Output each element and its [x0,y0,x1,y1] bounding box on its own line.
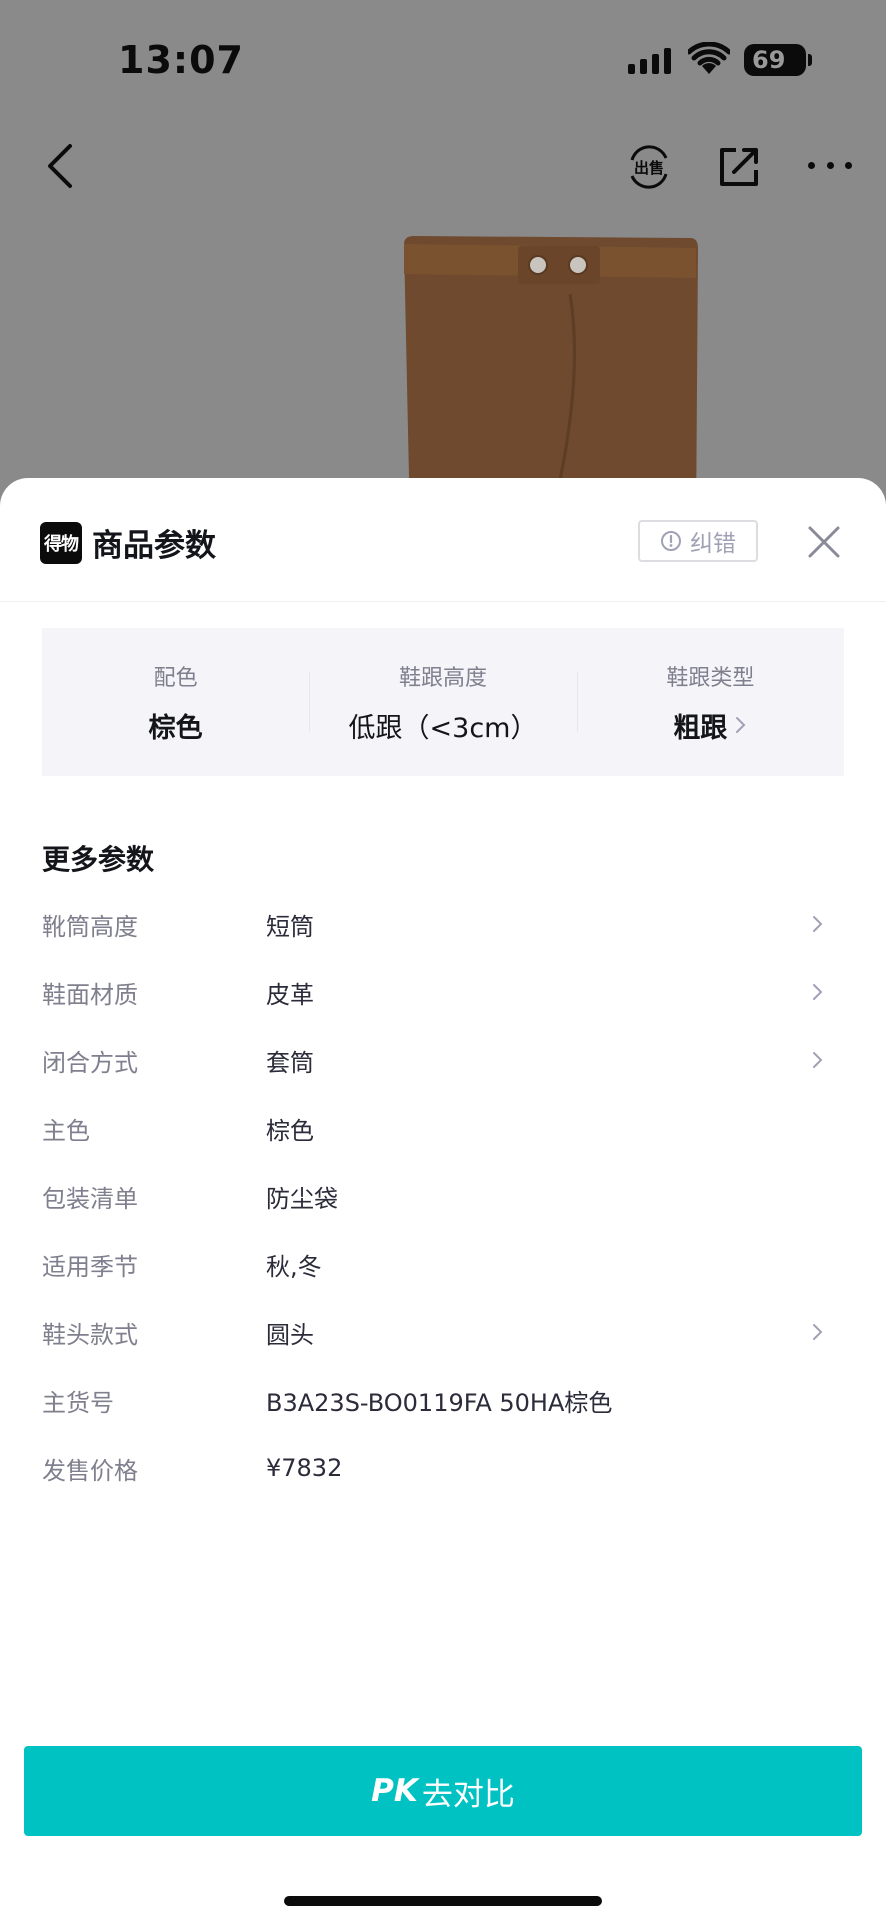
param-row-season: 适用季节 秋,冬 [42,1230,844,1298]
pk-compare-label: 去对比 [421,1776,515,1813]
battery-indicator: 69 [744,44,806,76]
param-value: 短筒 [266,912,314,941]
param-row-boot-height[interactable]: 靴筒高度 短筒 [42,890,844,958]
close-icon[interactable] [806,524,842,560]
param-value: 棕色 [266,1116,314,1145]
correct-error-button[interactable]: 纠错 [638,520,758,562]
product-params-sheet: 得物 商品参数 纠错 配色 棕色 鞋跟高度 低跟（<3cm） 鞋跟类型 粗跟 更… [0,478,886,1920]
param-value: ¥7832 [266,1454,343,1482]
param-label: 主货号 [42,1388,114,1417]
param-value: 防尘袋 [266,1184,338,1213]
status-time: 13:07 [118,38,244,82]
battery-level: 69 [752,46,786,74]
more-params-title: 更多参数 [42,843,155,876]
svg-text:出售: 出售 [634,159,664,177]
sheet-header: 得物 商品参数 纠错 [0,478,886,602]
key-param-value: 低跟（<3cm） [348,712,538,744]
sell-icon[interactable]: 出售 [626,144,672,190]
pk-compare-button[interactable]: PK 去对比 [24,1746,862,1836]
chevron-right-icon [736,717,746,733]
param-row-article-number: 主货号 B3A23S-BO0119FA 50HA棕色 [42,1366,844,1434]
cellular-signal-icon [628,46,671,74]
key-param-color: 配色 棕色 [42,628,309,776]
param-value: 秋,冬 [266,1252,322,1281]
correct-error-label: 纠错 [690,531,736,557]
product-page-background: 13:07 69 出售 [0,0,886,524]
key-param-value: 棕色 [148,712,203,744]
status-bar: 13:07 69 [0,0,886,120]
chevron-right-icon [813,984,823,1000]
param-label: 发售价格 [42,1456,138,1485]
param-value: 皮革 [266,980,314,1009]
param-row-toe-style[interactable]: 鞋头款式 圆头 [42,1298,844,1366]
home-indicator[interactable] [284,1896,602,1906]
param-label: 靴筒高度 [42,912,138,941]
chevron-left-icon[interactable] [40,140,80,192]
param-label: 主色 [42,1116,90,1145]
more-params-list: 靴筒高度 短筒 鞋面材质 皮革 闭合方式 套筒 主色 棕色 包装清单 防尘袋 适… [42,890,844,1502]
chevron-right-icon [813,1324,823,1340]
dewu-logo: 得物 [40,522,82,564]
param-row-upper-material[interactable]: 鞋面材质 皮革 [42,958,844,1026]
param-label: 鞋面材质 [42,980,138,1009]
param-row-closure[interactable]: 闭合方式 套筒 [42,1026,844,1094]
key-param-label: 鞋跟高度 [398,665,487,691]
chevron-right-icon [813,1052,823,1068]
param-label: 适用季节 [42,1252,138,1281]
param-row-release-price: 发售价格 ¥7832 [42,1434,844,1502]
key-param-heel-type[interactable]: 鞋跟类型 粗跟 [576,628,844,776]
param-label: 包装清单 [42,1184,138,1213]
key-param-label: 鞋跟类型 [666,665,755,691]
sheet-title: 商品参数 [92,528,216,564]
more-icon[interactable] [808,162,852,172]
key-param-value-wrap: 粗跟 [673,706,747,745]
key-param-heel-height: 鞋跟高度 低跟（<3cm） [309,628,576,776]
param-value: 圆头 [266,1320,314,1349]
battery-nub [808,54,812,66]
param-label: 闭合方式 [42,1048,138,1077]
key-params-card: 配色 棕色 鞋跟高度 低跟（<3cm） 鞋跟类型 粗跟 [42,628,844,776]
pk-label: PK [371,1773,418,1809]
key-param-value: 粗跟 [673,712,728,744]
param-label: 鞋头款式 [42,1320,138,1349]
wifi-icon [688,42,730,74]
param-row-main-color: 主色 棕色 [42,1094,844,1162]
chevron-right-icon [813,916,823,932]
param-row-package: 包装清单 防尘袋 [42,1162,844,1230]
info-icon [661,531,681,551]
share-icon[interactable] [716,144,762,190]
param-value: 套筒 [266,1048,314,1077]
param-value: B3A23S-BO0119FA 50HA棕色 [266,1388,613,1417]
key-param-label: 配色 [153,665,198,691]
